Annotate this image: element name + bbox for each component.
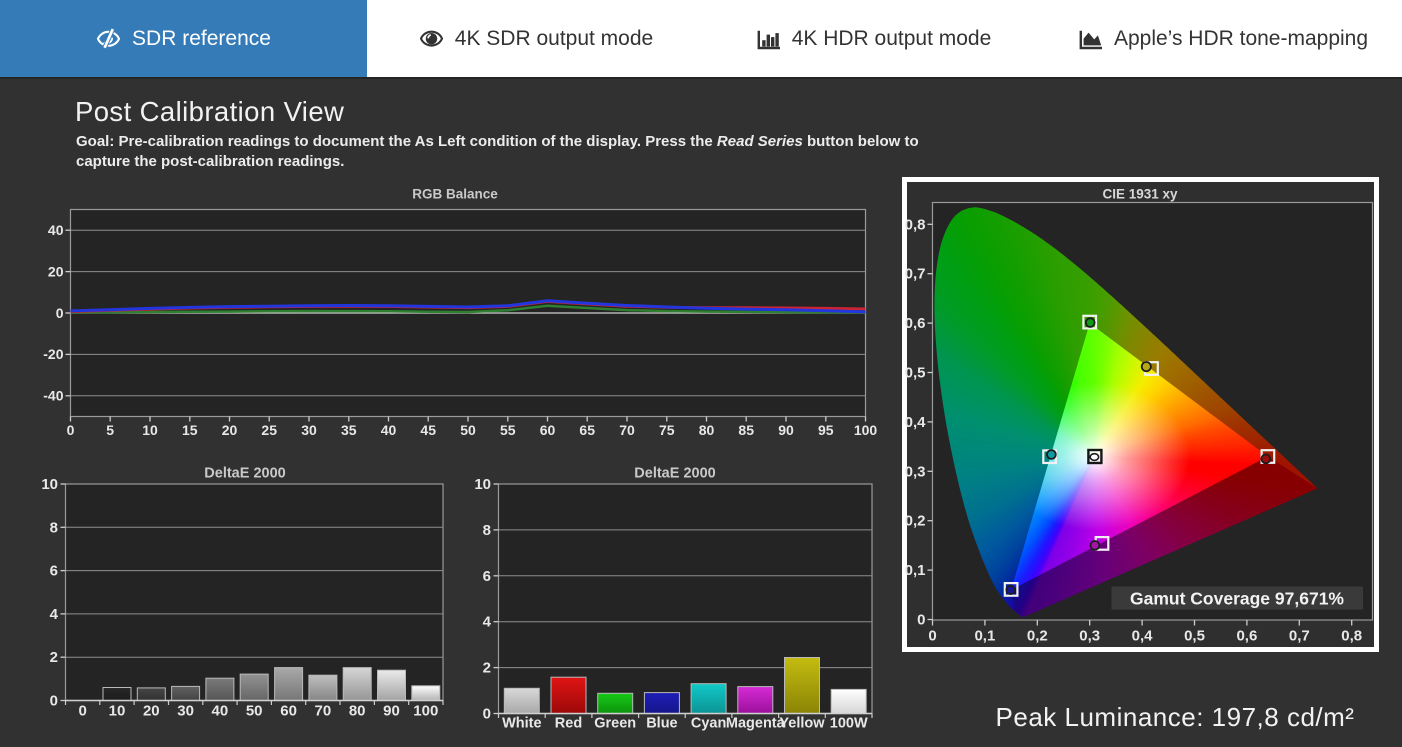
svg-text:White: White (502, 716, 541, 732)
svg-text:50: 50 (460, 422, 476, 438)
svg-text:RGB Balance: RGB Balance (412, 187, 498, 202)
svg-text:0: 0 (928, 628, 936, 645)
svg-text:Red: Red (555, 716, 582, 732)
svg-text:70: 70 (619, 422, 635, 438)
svg-text:45: 45 (420, 422, 436, 438)
svg-text:2: 2 (483, 660, 491, 677)
svg-text:CIE 1931 xy: CIE 1931 xy (1102, 187, 1178, 202)
svg-text:0,6: 0,6 (905, 315, 926, 332)
svg-text:40: 40 (381, 422, 397, 438)
svg-text:-20: -20 (43, 346, 63, 362)
svg-text:DeltaE 2000: DeltaE 2000 (634, 466, 715, 482)
svg-text:0,6: 0,6 (1236, 628, 1257, 645)
svg-text:2: 2 (50, 649, 58, 666)
svg-text:20: 20 (143, 703, 160, 720)
svg-text:0,1: 0,1 (905, 562, 926, 579)
svg-text:0,8: 0,8 (905, 216, 926, 233)
svg-text:30: 30 (177, 703, 194, 720)
svg-text:80: 80 (349, 703, 366, 720)
svg-text:10: 10 (109, 703, 126, 720)
svg-text:0: 0 (917, 612, 925, 629)
svg-text:Magenta: Magenta (726, 716, 786, 732)
svg-text:100: 100 (854, 422, 878, 438)
svg-text:0,3: 0,3 (905, 463, 926, 480)
svg-text:Green: Green (594, 716, 636, 732)
svg-text:Yellow: Yellow (779, 716, 825, 732)
svg-text:0,3: 0,3 (1079, 628, 1100, 645)
svg-text:0,4: 0,4 (905, 414, 927, 431)
svg-text:0: 0 (483, 706, 491, 723)
svg-text:0,1: 0,1 (974, 628, 995, 645)
svg-text:60: 60 (540, 422, 556, 438)
svg-text:0: 0 (56, 305, 64, 321)
svg-text:40: 40 (48, 222, 64, 238)
svg-text:30: 30 (301, 422, 317, 438)
svg-text:100W: 100W (830, 716, 868, 732)
svg-text:4: 4 (50, 606, 59, 623)
svg-text:0,7: 0,7 (905, 266, 926, 283)
svg-text:40: 40 (212, 703, 229, 720)
svg-text:0,4: 0,4 (1132, 628, 1154, 645)
svg-text:80: 80 (699, 422, 715, 438)
svg-text:65: 65 (579, 422, 595, 438)
svg-text:0,2: 0,2 (905, 513, 926, 530)
svg-text:20: 20 (222, 422, 238, 438)
svg-text:90: 90 (778, 422, 794, 438)
svg-text:0: 0 (79, 703, 87, 720)
svg-text:0,7: 0,7 (1289, 628, 1310, 645)
svg-text:20: 20 (48, 263, 64, 279)
svg-text:Cyan: Cyan (691, 716, 726, 732)
svg-text:60: 60 (280, 703, 297, 720)
svg-text:8: 8 (483, 522, 491, 539)
svg-text:5: 5 (106, 422, 114, 438)
svg-text:DeltaE 2000: DeltaE 2000 (204, 466, 285, 482)
svg-text:55: 55 (500, 422, 516, 438)
svg-text:Blue: Blue (646, 716, 677, 732)
svg-text:8: 8 (50, 519, 58, 536)
svg-text:100: 100 (413, 703, 438, 720)
svg-text:95: 95 (818, 422, 834, 438)
svg-text:75: 75 (659, 422, 675, 438)
svg-text:10: 10 (41, 476, 58, 493)
svg-text:0,8: 0,8 (1341, 628, 1362, 645)
svg-text:35: 35 (341, 422, 357, 438)
svg-text:0: 0 (67, 422, 75, 438)
svg-text:70: 70 (315, 703, 332, 720)
svg-text:50: 50 (246, 703, 263, 720)
svg-text:90: 90 (383, 703, 400, 720)
svg-text:-40: -40 (43, 388, 63, 404)
svg-text:10: 10 (474, 476, 491, 493)
svg-text:10: 10 (142, 422, 158, 438)
svg-text:0,5: 0,5 (905, 365, 926, 382)
svg-text:0,2: 0,2 (1027, 628, 1048, 645)
svg-text:Gamut Coverage 97,671%: Gamut Coverage 97,671% (1130, 589, 1344, 609)
svg-text:25: 25 (261, 422, 277, 438)
svg-text:0,5: 0,5 (1184, 628, 1205, 645)
svg-text:6: 6 (50, 563, 58, 580)
svg-text:0: 0 (50, 693, 58, 710)
svg-text:85: 85 (738, 422, 754, 438)
svg-text:4: 4 (483, 614, 492, 631)
svg-text:6: 6 (483, 568, 491, 585)
svg-text:15: 15 (182, 422, 198, 438)
